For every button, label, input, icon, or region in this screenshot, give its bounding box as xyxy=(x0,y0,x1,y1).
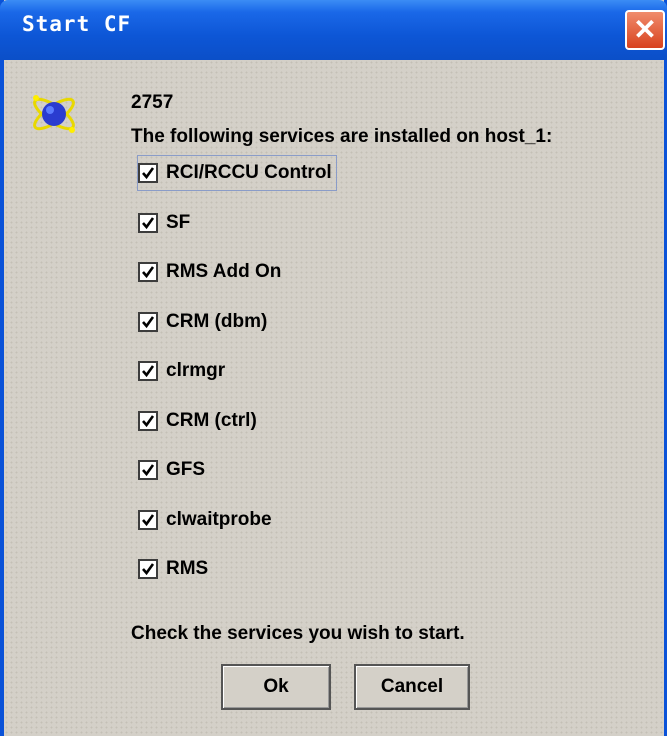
checkmark-icon xyxy=(142,365,155,378)
service-label: clwaitprobe xyxy=(166,509,272,530)
service-checkbox-row[interactable]: clrmgr xyxy=(138,354,225,388)
close-button[interactable]: ✕ xyxy=(625,10,665,50)
service-checkbox-row[interactable]: GFS xyxy=(138,453,205,487)
start-cf-dialog: Start CF ✕ 2757 The following services a… xyxy=(0,0,667,736)
service-checkbox-row[interactable]: CRM (ctrl) xyxy=(138,404,257,438)
service-checkbox-row[interactable]: clwaitprobe xyxy=(138,503,272,537)
checkmark-icon xyxy=(142,464,155,477)
checkmark-icon xyxy=(142,415,155,428)
service-checkbox[interactable] xyxy=(138,411,158,431)
message-id: 2757 xyxy=(131,92,174,113)
title-bar[interactable]: Start CF ✕ xyxy=(0,0,667,60)
checkmark-icon xyxy=(142,563,155,576)
service-checkbox-row[interactable]: RMS Add On xyxy=(138,255,281,289)
service-checkbox[interactable] xyxy=(138,361,158,381)
service-checkbox-row[interactable]: RMS xyxy=(138,552,208,586)
service-label: CRM (ctrl) xyxy=(166,410,257,431)
service-label: RMS Add On xyxy=(166,261,282,282)
service-label: CRM (dbm) xyxy=(166,311,268,332)
service-checkbox[interactable] xyxy=(138,163,158,183)
close-icon: ✕ xyxy=(633,14,657,45)
checkmark-icon xyxy=(142,514,155,527)
service-label: SF xyxy=(166,212,191,233)
service-checkbox-row[interactable]: CRM (dbm) xyxy=(138,305,267,339)
instruction-text: Check the services you wish to start. xyxy=(131,623,465,644)
service-checkbox-row[interactable]: SF xyxy=(138,206,190,240)
service-label: GFS xyxy=(166,459,206,480)
service-label: RCI/RCCU Control xyxy=(166,162,332,183)
message-text: The following services are installed on … xyxy=(131,126,553,147)
checkmark-icon xyxy=(142,316,155,329)
dialog-body: 2757 The following services are installe… xyxy=(4,60,664,736)
checkmark-icon xyxy=(142,167,155,180)
checkmark-icon xyxy=(142,266,155,279)
cluster-atom-icon xyxy=(33,95,75,133)
ok-button[interactable]: Ok xyxy=(221,664,331,710)
service-checkbox-row[interactable]: RCI/RCCU Control xyxy=(137,155,337,191)
window-title: Start CF xyxy=(22,12,132,36)
service-checkbox[interactable] xyxy=(138,262,158,282)
service-label: RMS xyxy=(166,558,209,579)
service-checkbox[interactable] xyxy=(138,213,158,233)
service-checkbox[interactable] xyxy=(138,510,158,530)
service-label: clrmgr xyxy=(166,360,226,381)
service-checkbox[interactable] xyxy=(138,559,158,579)
service-checkbox[interactable] xyxy=(138,460,158,480)
cancel-button[interactable]: Cancel xyxy=(354,664,470,710)
service-checkbox[interactable] xyxy=(138,312,158,332)
checkmark-icon xyxy=(142,217,155,230)
